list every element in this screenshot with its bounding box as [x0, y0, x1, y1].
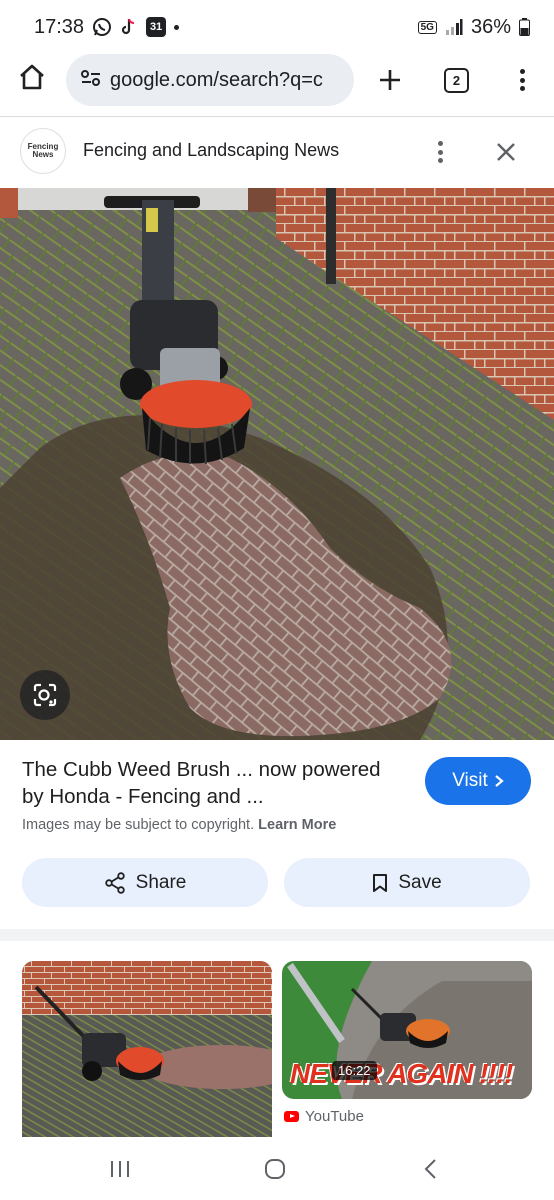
new-tab-button[interactable] — [374, 64, 406, 96]
source-logo: Fencing News — [20, 128, 66, 174]
system-nav-bar — [0, 1140, 554, 1200]
visit-label: Visit — [452, 770, 488, 791]
share-label: Share — [135, 871, 187, 893]
calendar-icon: 31 — [146, 17, 167, 37]
home-nav-button[interactable] — [255, 1154, 295, 1184]
home-circle-icon — [265, 1159, 285, 1179]
share-button[interactable]: Share — [22, 858, 268, 907]
visit-button[interactable]: Visit — [425, 757, 531, 805]
main-result-image[interactable] — [0, 188, 554, 740]
close-icon — [497, 143, 515, 161]
more-options-button[interactable] — [430, 138, 450, 166]
learn-more-link[interactable]: Learn More — [258, 817, 336, 833]
toolbar-divider — [0, 116, 554, 117]
youtube-icon — [284, 1111, 299, 1122]
home-button[interactable] — [0, 62, 64, 92]
source-name[interactable]: Fencing and Landscaping News — [83, 140, 339, 161]
battery-icon — [519, 18, 530, 36]
video-source-label: YouTube — [305, 1108, 364, 1125]
signal-icon — [445, 18, 463, 36]
recent-apps-button[interactable] — [100, 1154, 140, 1184]
tab-switcher-button[interactable]: 2 — [444, 68, 469, 93]
home-icon — [20, 64, 44, 90]
browser-menu-button[interactable] — [510, 66, 534, 94]
whatsapp-icon — [92, 17, 112, 37]
video-duration: 16:22 — [332, 1061, 377, 1080]
browser-toolbar: google.com/search?q=c 2 — [0, 54, 554, 116]
video-overlay-text: NEVER AGAIN !!!! — [290, 1058, 514, 1089]
recent-apps-icon — [111, 1161, 129, 1177]
save-label: Save — [398, 871, 442, 893]
url-text[interactable]: google.com/search?q=c — [110, 69, 323, 92]
status-bar: 17:38 31 5G 36% — [0, 0, 554, 54]
related-image-1[interactable] — [22, 961, 272, 1137]
copyright-text: Images may be subject to copyright. — [22, 817, 255, 833]
image-panel-header: Fencing News Fencing and Landscaping New… — [0, 118, 554, 188]
chevron-right-icon — [495, 775, 504, 787]
site-info-icon[interactable] — [80, 68, 102, 93]
google-lens-button[interactable] — [20, 670, 70, 720]
close-button[interactable] — [490, 136, 522, 168]
bookmark-icon — [373, 873, 388, 892]
tiktok-icon — [120, 17, 138, 37]
related-video-thumbnail[interactable]: NEVER AGAIN !!!! 16:22 — [282, 961, 532, 1099]
save-button[interactable]: Save — [284, 858, 530, 907]
lens-icon — [33, 683, 57, 707]
status-time: 17:38 — [34, 15, 85, 38]
back-button[interactable] — [410, 1154, 450, 1184]
result-title[interactable]: The Cubb Weed Brush ... now powered by H… — [22, 756, 392, 810]
notification-dot — [174, 24, 180, 30]
plus-icon — [380, 70, 400, 90]
share-icon — [104, 871, 125, 894]
back-icon — [424, 1159, 436, 1179]
url-bar[interactable]: google.com/search?q=c — [66, 54, 354, 106]
video-source[interactable]: YouTube — [284, 1108, 364, 1125]
copyright-notice: Images may be subject to copyright. Lear… — [22, 817, 336, 833]
section-divider — [0, 929, 554, 941]
battery-percent: 36% — [470, 15, 511, 38]
network-5g-icon: 5G — [417, 20, 437, 34]
